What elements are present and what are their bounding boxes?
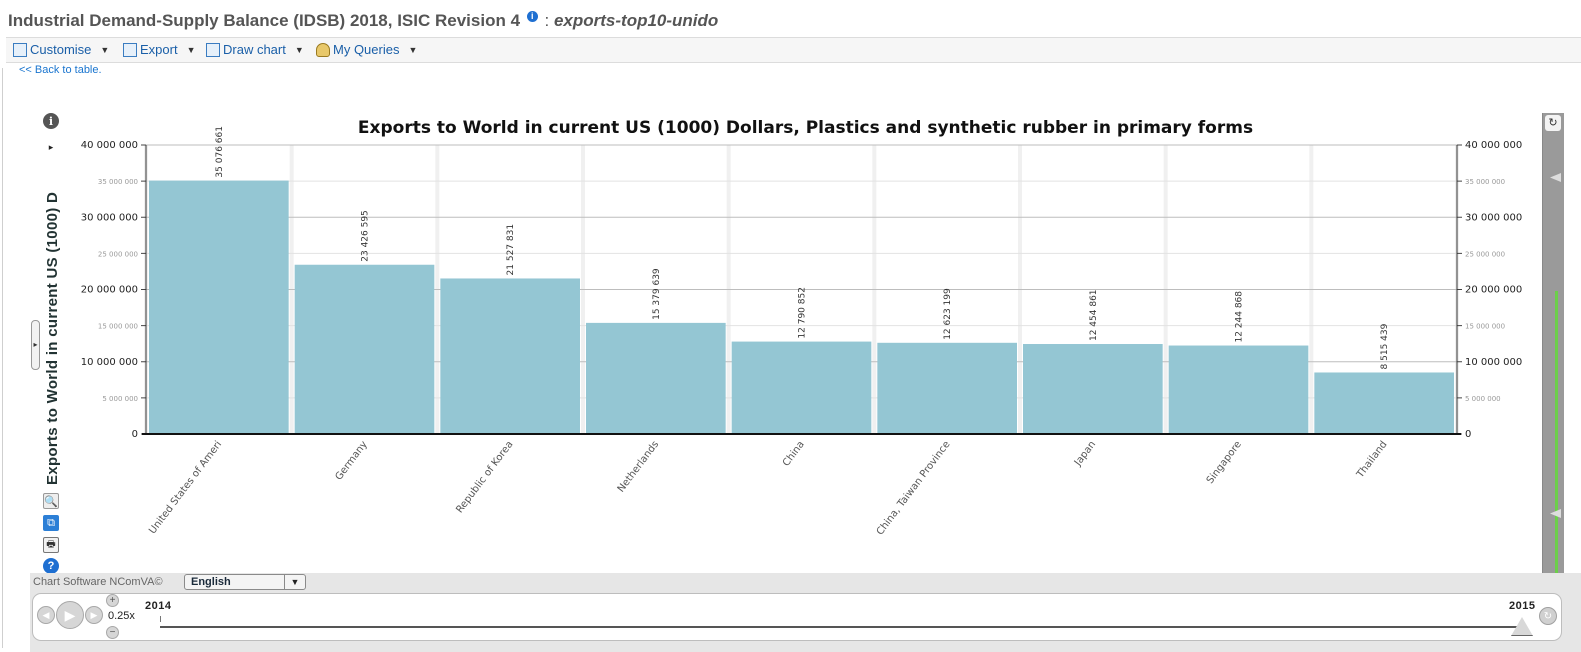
customise-menu[interactable]: Customise ▼ bbox=[13, 42, 109, 57]
page-title-text: Industrial Demand-Supply Balance (IDSB) … bbox=[8, 11, 521, 30]
data-label-4: 12 790 852 bbox=[798, 287, 808, 339]
x-tick-label-1: Germany bbox=[333, 439, 369, 482]
toolbar: Customise ▼ Export ▼ Draw chart ▼ My Que… bbox=[6, 37, 1581, 63]
software-credit: Chart Software NComVA© bbox=[33, 576, 163, 588]
bar-1 bbox=[294, 264, 435, 434]
speed-label: 0.25x bbox=[108, 610, 135, 622]
play-triangle-icon[interactable]: ▸ bbox=[43, 139, 59, 155]
y-tick-label-left: 5 000 000 bbox=[102, 395, 138, 403]
x-tick-label-3: Netherlands bbox=[616, 439, 661, 494]
bar-5 bbox=[877, 342, 1017, 434]
chevron-down-icon: ▼ bbox=[294, 44, 304, 55]
y-axis-title: Exports to World in current US (1000) D bbox=[44, 191, 61, 485]
print-icon[interactable]: 🖶 bbox=[43, 537, 59, 553]
data-label-3: 15 379 639 bbox=[652, 268, 662, 320]
info-icon[interactable]: i bbox=[526, 11, 538, 23]
draw-chart-menu[interactable]: Draw chart ▼ bbox=[206, 42, 304, 57]
left-rail bbox=[2, 68, 3, 648]
y-tick-label-right: 40 000 000 bbox=[1465, 140, 1522, 151]
x-tick-label-8: Thailand bbox=[1354, 439, 1389, 481]
replay-icon[interactable]: ↻ bbox=[1539, 607, 1557, 625]
y-tick-label-right: 25 000 000 bbox=[1465, 250, 1505, 258]
export-icon bbox=[123, 42, 137, 57]
y-tick-label-right: 30 000 000 bbox=[1465, 212, 1522, 223]
bar-2 bbox=[440, 278, 580, 434]
y-tick-label-right: 10 000 000 bbox=[1465, 357, 1522, 368]
bar-8 bbox=[1314, 372, 1454, 434]
reset-scale-icon[interactable]: ↻ bbox=[1545, 115, 1561, 131]
user-icon bbox=[316, 42, 330, 57]
title-separator: : bbox=[544, 11, 550, 30]
export-label: Export bbox=[140, 42, 178, 57]
data-label-2: 21 527 831 bbox=[506, 224, 516, 276]
my-queries-menu[interactable]: My Queries ▼ bbox=[316, 42, 417, 57]
y-tick-label-right: 5 000 000 bbox=[1465, 395, 1501, 403]
scale-upper-handle[interactable] bbox=[1550, 173, 1561, 182]
draw-chart-label: Draw chart bbox=[223, 42, 286, 57]
x-tick-label-4: China bbox=[781, 439, 807, 468]
data-label-7: 12 244 868 bbox=[1235, 291, 1245, 343]
my-queries-label: My Queries bbox=[333, 42, 400, 57]
speed-up-icon[interactable]: + bbox=[106, 594, 119, 607]
step-back-icon[interactable]: ◀ bbox=[37, 606, 55, 624]
export-menu[interactable]: Export ▼ bbox=[123, 42, 196, 57]
page-title: Industrial Demand-Supply Balance (IDSB) … bbox=[8, 11, 718, 31]
timeline-track[interactable] bbox=[160, 626, 1523, 628]
x-tick-label-6: Japan bbox=[1072, 439, 1098, 469]
timeline-tick bbox=[160, 616, 161, 622]
chevron-down-icon: ▼ bbox=[408, 44, 418, 55]
chevron-down-icon: ▼ bbox=[186, 44, 196, 55]
bar-chart: Exports to World in current US (1000) Do… bbox=[81, 118, 1523, 535]
y-tick-label-left: 35 000 000 bbox=[98, 178, 138, 186]
y-tick-label-left: 30 000 000 bbox=[81, 212, 138, 223]
bar-4 bbox=[731, 341, 872, 434]
bar-6 bbox=[1023, 344, 1163, 434]
data-label-8: 8 515 439 bbox=[1380, 323, 1390, 369]
y-tick-label-right: 35 000 000 bbox=[1465, 178, 1505, 186]
help-icon[interactable]: ? bbox=[43, 558, 59, 574]
data-label-1: 23 426 595 bbox=[361, 210, 371, 262]
chart-info-icon[interactable]: i bbox=[43, 113, 59, 129]
chart-title: Exports to World in current US (1000) Do… bbox=[358, 118, 1253, 138]
y-tick-label-right: 20 000 000 bbox=[1465, 285, 1522, 296]
data-label-6: 12 454 861 bbox=[1089, 289, 1099, 341]
bar-0 bbox=[149, 180, 289, 434]
dataset-name: exports-top10-unido bbox=[553, 11, 719, 30]
y-tick-label-right: 0 bbox=[1465, 429, 1471, 440]
right-scale-slider[interactable]: ↻ bbox=[1542, 113, 1564, 631]
y-tick-label-right: 15 000 000 bbox=[1465, 323, 1505, 331]
x-tick-label-2: Republic of Korea bbox=[454, 439, 515, 515]
y-tick-label-left: 20 000 000 bbox=[81, 285, 138, 296]
data-label-5: 12 623 199 bbox=[943, 288, 953, 340]
timeline-start-year: 2014 bbox=[145, 600, 172, 612]
x-tick-label-0: United States of Ameri bbox=[147, 439, 224, 535]
chevron-down-icon: ▼ bbox=[284, 575, 305, 589]
x-tick-label-5: China, Taiwan Province bbox=[875, 439, 953, 535]
x-tick-label-7: Singapore bbox=[1205, 439, 1244, 486]
timeline-end-year: 2015 bbox=[1509, 600, 1536, 612]
y-tick-label-left: 25 000 000 bbox=[98, 250, 138, 258]
play-icon[interactable]: ▶ bbox=[56, 601, 84, 629]
customise-label: Customise bbox=[30, 42, 92, 57]
language-value: English bbox=[191, 576, 231, 588]
y-tick-label-left: 40 000 000 bbox=[81, 140, 138, 151]
timeline-player: ◀ ▶ ▶ + 0.25x − 2014 2015 ↻ bbox=[32, 593, 1562, 641]
speed-down-icon[interactable]: − bbox=[106, 626, 119, 639]
crop-icon[interactable]: ⧉ bbox=[43, 515, 59, 531]
side-panel-handle[interactable]: ▸ bbox=[31, 320, 40, 370]
chart-icon bbox=[206, 42, 220, 57]
back-to-table-link[interactable]: << Back to table. bbox=[19, 64, 102, 76]
y-tick-label-left: 10 000 000 bbox=[81, 357, 138, 368]
zoom-icon[interactable]: 🔍 bbox=[43, 493, 59, 509]
y-tick-label-left: 15 000 000 bbox=[98, 323, 138, 331]
language-select[interactable]: English ▼ bbox=[184, 574, 306, 590]
bar-3 bbox=[586, 322, 726, 434]
data-label-0: 35 076 661 bbox=[215, 126, 225, 178]
chevron-down-icon: ▼ bbox=[100, 44, 110, 55]
step-forward-icon[interactable]: ▶ bbox=[85, 606, 103, 624]
y-tick-label-left: 0 bbox=[132, 429, 138, 440]
bar-7 bbox=[1168, 345, 1309, 434]
table-icon bbox=[13, 42, 27, 57]
